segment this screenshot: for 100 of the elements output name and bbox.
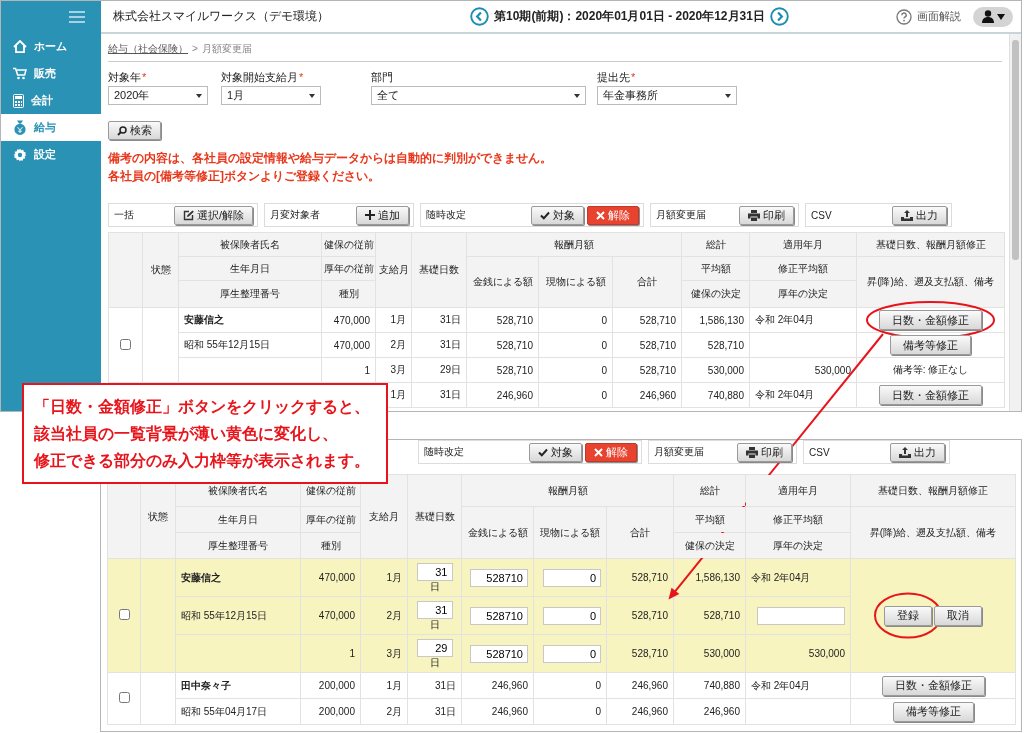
next-icon: [769, 7, 789, 26]
caret-icon: [196, 93, 202, 98]
column-header: 健保の従前: [321, 232, 376, 257]
toolbar-button[interactable]: 出力: [890, 442, 945, 462]
user-icon: [981, 10, 994, 23]
sidebar-item[interactable]: 会計: [1, 87, 101, 114]
input-field[interactable]: 528710: [470, 568, 528, 587]
group-label: 月額変更届: [654, 445, 704, 459]
table-cell: 528,710: [466, 332, 539, 358]
column-header: 現物による額: [533, 506, 607, 559]
dropdown[interactable]: 1月: [221, 86, 321, 105]
table-cell: 0: [533, 672, 607, 699]
help-link[interactable]: 画面解説: [917, 9, 961, 24]
upload-icon: [901, 209, 913, 221]
printer-icon: [748, 209, 760, 221]
field-label: 対象年: [108, 70, 141, 84]
dropdown[interactable]: 年金事務所: [597, 86, 737, 105]
table-cell: 令和 2年04月: [749, 307, 857, 333]
checkbox[interactable]: [120, 338, 131, 350]
upload-icon: [899, 446, 911, 458]
table-cell: 令和 2年04月: [745, 672, 851, 699]
register-button[interactable]: 登録: [884, 605, 932, 626]
table-cell: 令和 2年04月: [749, 382, 857, 408]
check-icon: [540, 210, 550, 220]
sidebar-item[interactable]: 設定: [1, 141, 101, 168]
search-button[interactable]: 検索: [108, 121, 161, 140]
toolbar-button[interactable]: 解除: [587, 205, 639, 225]
scrollbar[interactable]: [1009, 34, 1021, 411]
unit-label: 日: [429, 656, 440, 669]
cancel-button[interactable]: 取消: [934, 605, 982, 626]
scrollbar-thumb[interactable]: [1012, 40, 1019, 260]
toolbar-button[interactable]: 印刷: [737, 442, 792, 462]
row-action-button[interactable]: 備考等修正: [892, 701, 974, 722]
toolbar-button[interactable]: 対象: [529, 442, 582, 462]
table-cell: 3月: [375, 357, 412, 383]
sidebar-item[interactable]: 販売: [1, 60, 101, 87]
dropdown[interactable]: 全て: [371, 86, 586, 105]
row-action-button[interactable]: 日数・金額修正: [879, 310, 982, 330]
toolbar-button[interactable]: 選択/解除: [173, 205, 253, 225]
toolbar-button[interactable]: 対象: [531, 205, 584, 225]
table-cell: 田中奈々子: [175, 672, 301, 699]
user-menu-button[interactable]: [973, 6, 1013, 27]
highlight-circle: [874, 592, 942, 639]
notice-text: 各社員の[備考等修正]ボタンよりご登録ください。: [108, 168, 381, 185]
column-header: 適用年月: [749, 232, 857, 257]
check-icon: [538, 447, 548, 457]
input-field[interactable]: 0: [543, 644, 601, 663]
table-cell: 528,710: [612, 357, 682, 383]
caret-icon: [309, 93, 315, 98]
column-header: 生年月日: [178, 256, 322, 281]
table-cell: 528,710: [681, 332, 750, 358]
toolbar-button[interactable]: 印刷: [739, 205, 794, 225]
toolbar-button[interactable]: 出力: [892, 205, 947, 225]
table-cell: 1月: [375, 307, 412, 333]
dropdown[interactable]: 2020年: [108, 86, 208, 105]
column-header: 修正平均額: [745, 506, 851, 533]
table-cell: 528,710: [606, 596, 674, 635]
column-header: 基礎日数、報酬月額修正: [856, 232, 1005, 257]
table-cell: 0: [538, 357, 613, 383]
table-cell: 530,000: [749, 357, 857, 383]
remarks-text: 備考等: 修正なし: [892, 364, 969, 375]
unit-label: 日: [429, 618, 440, 631]
group-label: 月額変更届: [656, 208, 706, 222]
input-field[interactable]: 29: [416, 638, 453, 657]
table-cell: 528,710: [466, 307, 539, 333]
column-header: 状態: [142, 232, 179, 308]
table-cell: 1月: [360, 672, 408, 699]
required-mark: *: [142, 70, 147, 84]
table-cell: 470,000: [321, 332, 376, 358]
table-cell: 528,710: [606, 558, 674, 597]
table-cell: 528,710: [606, 634, 674, 673]
input-field[interactable]: 528710: [470, 644, 528, 663]
sidebar-item[interactable]: ホーム: [1, 33, 101, 60]
input-field[interactable]: 31: [416, 600, 453, 619]
checkbox[interactable]: [118, 692, 130, 703]
table-cell: 528,710: [612, 307, 682, 333]
input-field[interactable]: [757, 606, 845, 625]
table-cell: 200,000: [300, 672, 361, 699]
column-header: 報酬月額: [461, 474, 674, 507]
caret-icon: [574, 93, 580, 98]
input-field[interactable]: 0: [543, 568, 601, 587]
group-label: CSV: [811, 209, 832, 221]
row-action-button[interactable]: 備考等修正: [890, 335, 971, 355]
edit-icon: [182, 209, 194, 221]
home-icon: [13, 40, 27, 53]
group-label: 一括: [114, 208, 134, 222]
input-field[interactable]: 0: [543, 606, 601, 625]
breadcrumb-link[interactable]: 給与（社会保険）: [108, 41, 188, 57]
input-field[interactable]: 31: [416, 562, 453, 581]
row-action-button[interactable]: 日数・金額修正: [881, 675, 985, 696]
required-mark: *: [299, 70, 304, 84]
toolbar-button[interactable]: 追加: [356, 205, 409, 225]
row-action-button[interactable]: 日数・金額修正: [879, 385, 982, 405]
table-cell: 31日: [407, 698, 462, 725]
input-field[interactable]: 528710: [470, 606, 528, 625]
sidebar-item[interactable]: 給与: [1, 114, 101, 141]
toolbar-button[interactable]: 解除: [585, 442, 637, 462]
column-header: 被保険者氏名: [178, 232, 322, 257]
checkbox[interactable]: [118, 609, 130, 620]
table-cell: 昭和 55年12月15日: [178, 332, 322, 358]
